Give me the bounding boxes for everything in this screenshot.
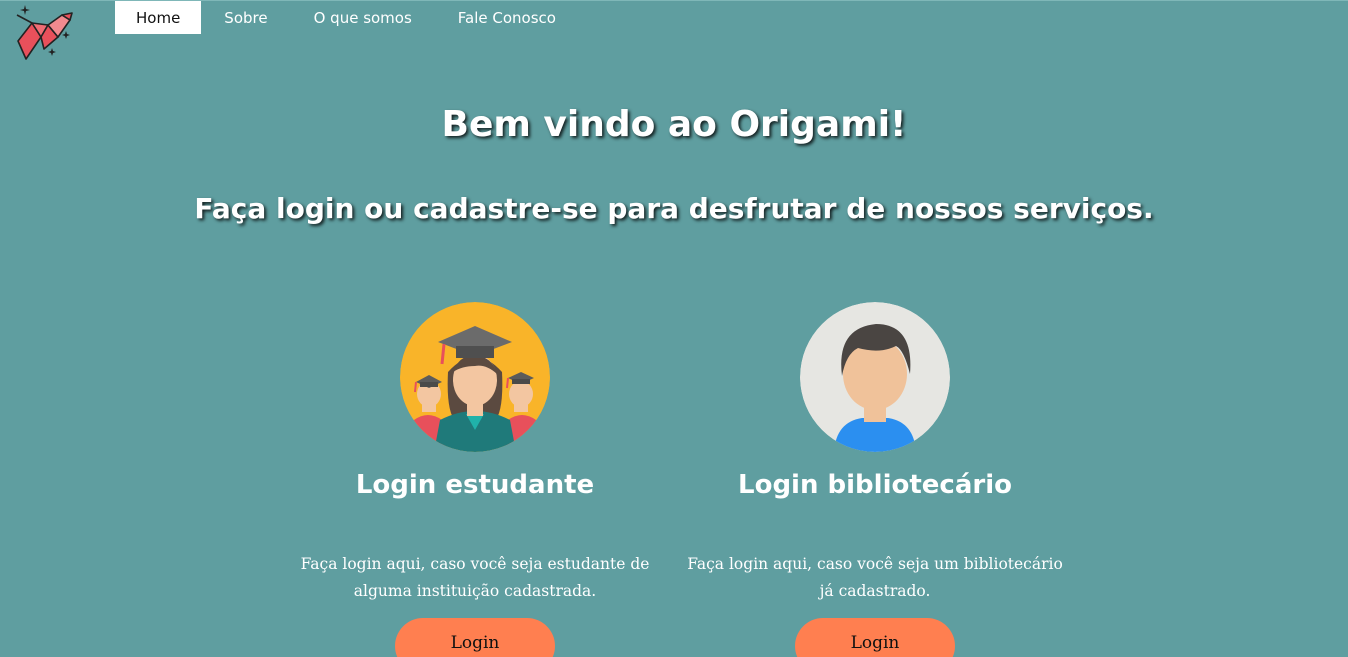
page-subtitle: Faça login ou cadastre-se para desfrutar…: [194, 192, 1154, 225]
students-graduation-icon: [400, 302, 550, 452]
nav-item-o-que-somos[interactable]: O que somos: [291, 1, 435, 34]
librarian-card-description: Faça login aqui, caso você seja um bibli…: [687, 555, 1063, 600]
student-login-button[interactable]: Login: [395, 618, 555, 657]
nav-item-fale-conosco[interactable]: Fale Conosco: [435, 1, 579, 34]
librarian-avatar-icon: [800, 302, 950, 452]
origami-crane-logo-icon[interactable]: [14, 3, 74, 63]
student-card-title: Login estudante: [355, 470, 595, 500]
page: Home Sobre O que somos Fale Conosco Bem …: [0, 0, 1348, 657]
nav-item-sobre[interactable]: Sobre: [201, 1, 290, 34]
librarian-login-card: Login bibliotecário Faça login aqui, cas…: [685, 302, 1065, 657]
student-login-card: Login estudante Faça login aqui, caso vo…: [285, 302, 665, 657]
librarian-login-button[interactable]: Login: [795, 618, 955, 657]
student-card-description: Faça login aqui, caso você seja estudant…: [300, 555, 650, 600]
main-nav: Home Sobre O que somos Fale Conosco: [115, 1, 579, 34]
librarian-card-title: Login bibliotecário: [738, 470, 1012, 500]
nav-item-home[interactable]: Home: [115, 1, 202, 34]
page-title: Bem vindo ao Origami!: [441, 104, 907, 145]
